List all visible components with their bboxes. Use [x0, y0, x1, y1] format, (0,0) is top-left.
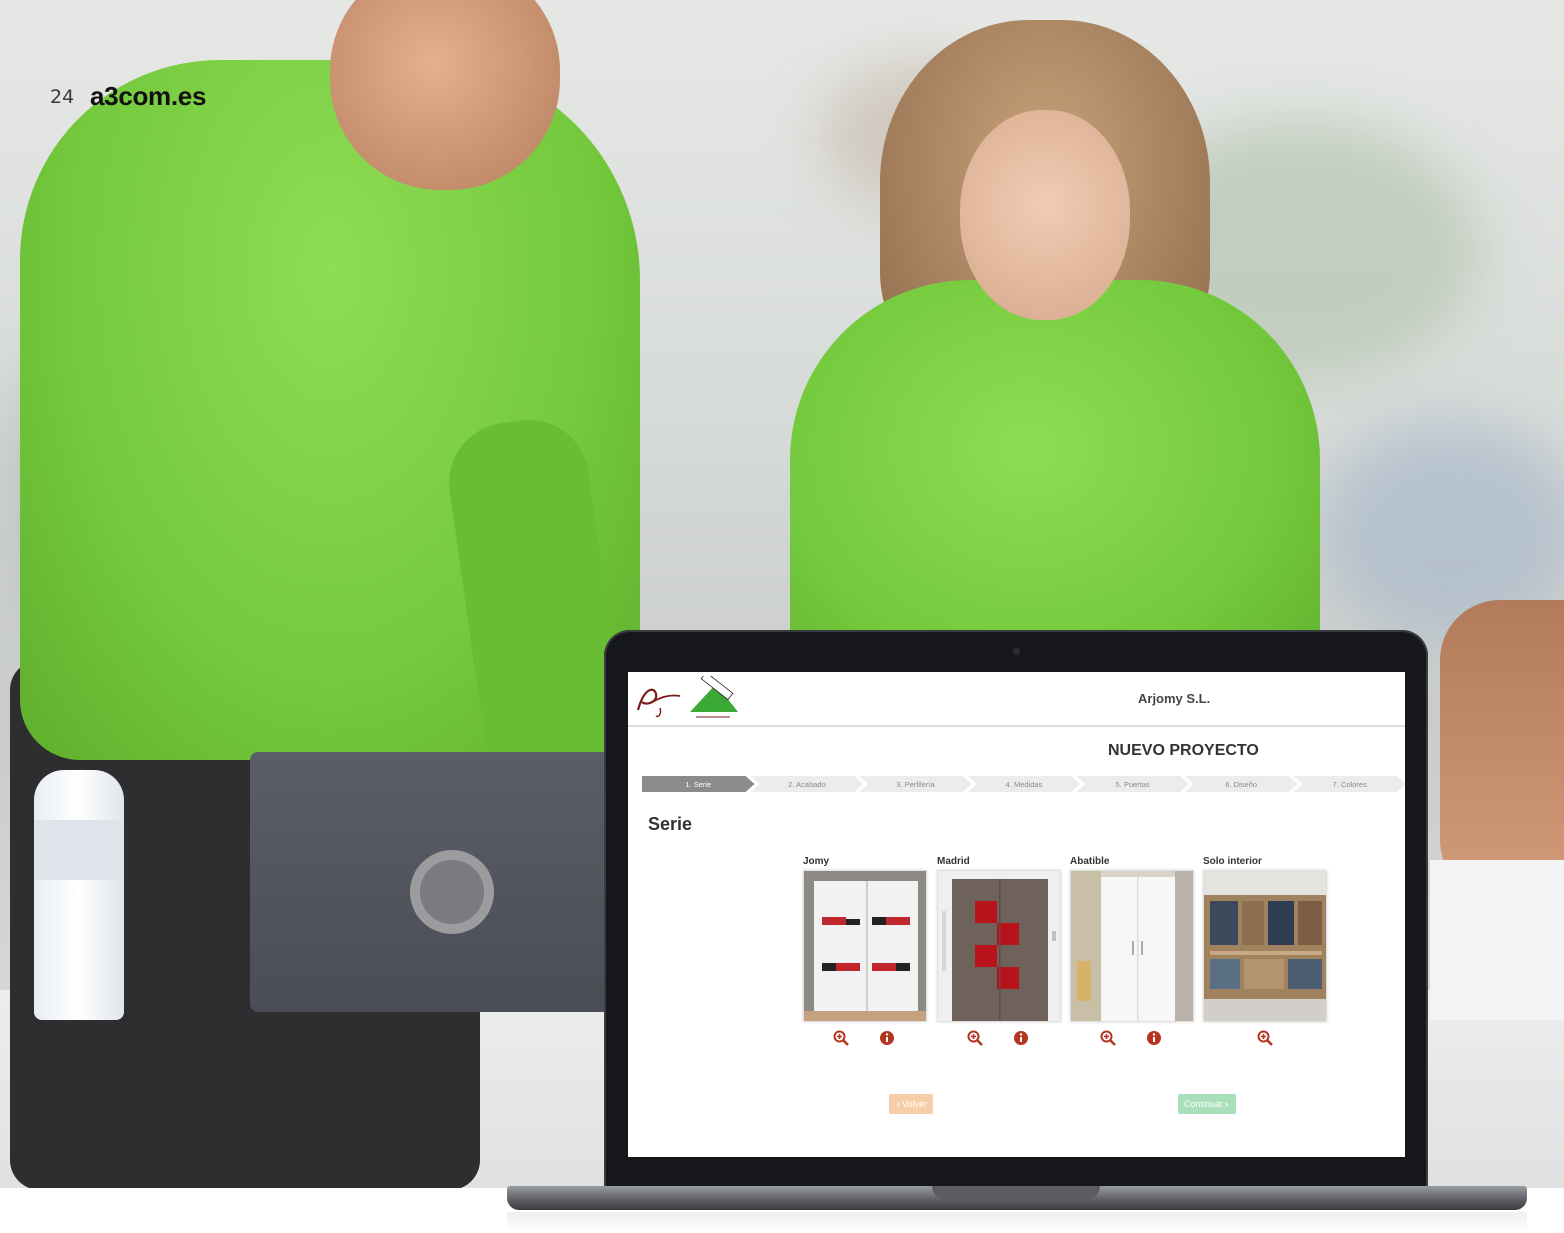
laptop-camera: [1013, 648, 1020, 655]
series-card-jomy[interactable]: Jomy: [803, 856, 927, 1052]
laptop-screen: Arjomy S.L. NUEVO PROYECTO 1. Serie 2. A…: [628, 672, 1405, 1157]
wardrobe-image[interactable]: [1203, 870, 1327, 1022]
series-card-abatible[interactable]: Abatible: [1070, 856, 1194, 1052]
laptop-notch: [932, 1186, 1100, 1200]
zoom-in-icon[interactable]: [967, 1030, 983, 1046]
step-medidas[interactable]: 4. Medidas: [967, 776, 1081, 792]
page-number: 24: [50, 86, 75, 108]
step-diseno[interactable]: 6. Diseño: [1184, 776, 1298, 792]
card-label: Solo interior: [1203, 856, 1262, 867]
water-bottle-label: [34, 820, 124, 880]
info-icon[interactable]: [879, 1030, 895, 1046]
step-puertas[interactable]: 5. Puertas: [1076, 776, 1189, 792]
back-button-label: Volver: [902, 1099, 928, 1109]
continue-button-label: Continuar: [1184, 1099, 1224, 1109]
info-icon[interactable]: [1146, 1030, 1162, 1046]
step-colores[interactable]: 7. Colores: [1293, 776, 1405, 792]
wardrobe-image[interactable]: [1070, 870, 1194, 1022]
zoom-in-icon[interactable]: [1100, 1030, 1116, 1046]
leroy-merlin-logo: [690, 676, 738, 719]
step-progress: 1. Serie 2. Acabado 3. Perfilería 4. Med…: [642, 776, 1405, 792]
background-laptop-logo: [410, 850, 494, 934]
chevron-left-icon: ‹: [897, 1099, 900, 1109]
back-button[interactable]: ‹ Volver: [889, 1094, 934, 1114]
person-right-face: [960, 110, 1130, 320]
step-serie[interactable]: 1. Serie: [642, 776, 755, 792]
card-label: Jomy: [803, 856, 830, 867]
page-title: NUEVO PROYECTO: [1108, 742, 1259, 759]
company-name: Arjomy S.L.: [1138, 691, 1211, 706]
person-hand: [1440, 600, 1564, 900]
app-header: Arjomy S.L.: [628, 672, 1405, 727]
step-acabado[interactable]: 2. Acabado: [750, 776, 864, 792]
papers: [1430, 860, 1564, 1020]
card-label: Abatible: [1070, 856, 1110, 867]
chevron-right-icon: ›: [1225, 1099, 1229, 1109]
zoom-in-icon[interactable]: [1257, 1030, 1273, 1046]
site-name: a3com.es: [90, 81, 207, 111]
series-card-solo-interior[interactable]: Solo interior: [1203, 856, 1327, 1052]
wardrobe-image[interactable]: [803, 870, 927, 1022]
wardrobe-image[interactable]: [937, 870, 1061, 1022]
card-label: Madrid: [937, 856, 970, 867]
series-card-madrid[interactable]: Madrid: [937, 856, 1061, 1052]
laptop-reflection: [507, 1212, 1527, 1232]
step-perfileria[interactable]: 3. Perfilería: [859, 776, 972, 792]
section-title: Serie: [648, 814, 693, 834]
water-bottle: [34, 770, 124, 1020]
arjomy-logo: [636, 688, 681, 718]
info-icon[interactable]: [1013, 1030, 1029, 1046]
zoom-in-icon[interactable]: [833, 1030, 849, 1046]
continue-button[interactable]: Continuar ›: [1178, 1094, 1237, 1114]
